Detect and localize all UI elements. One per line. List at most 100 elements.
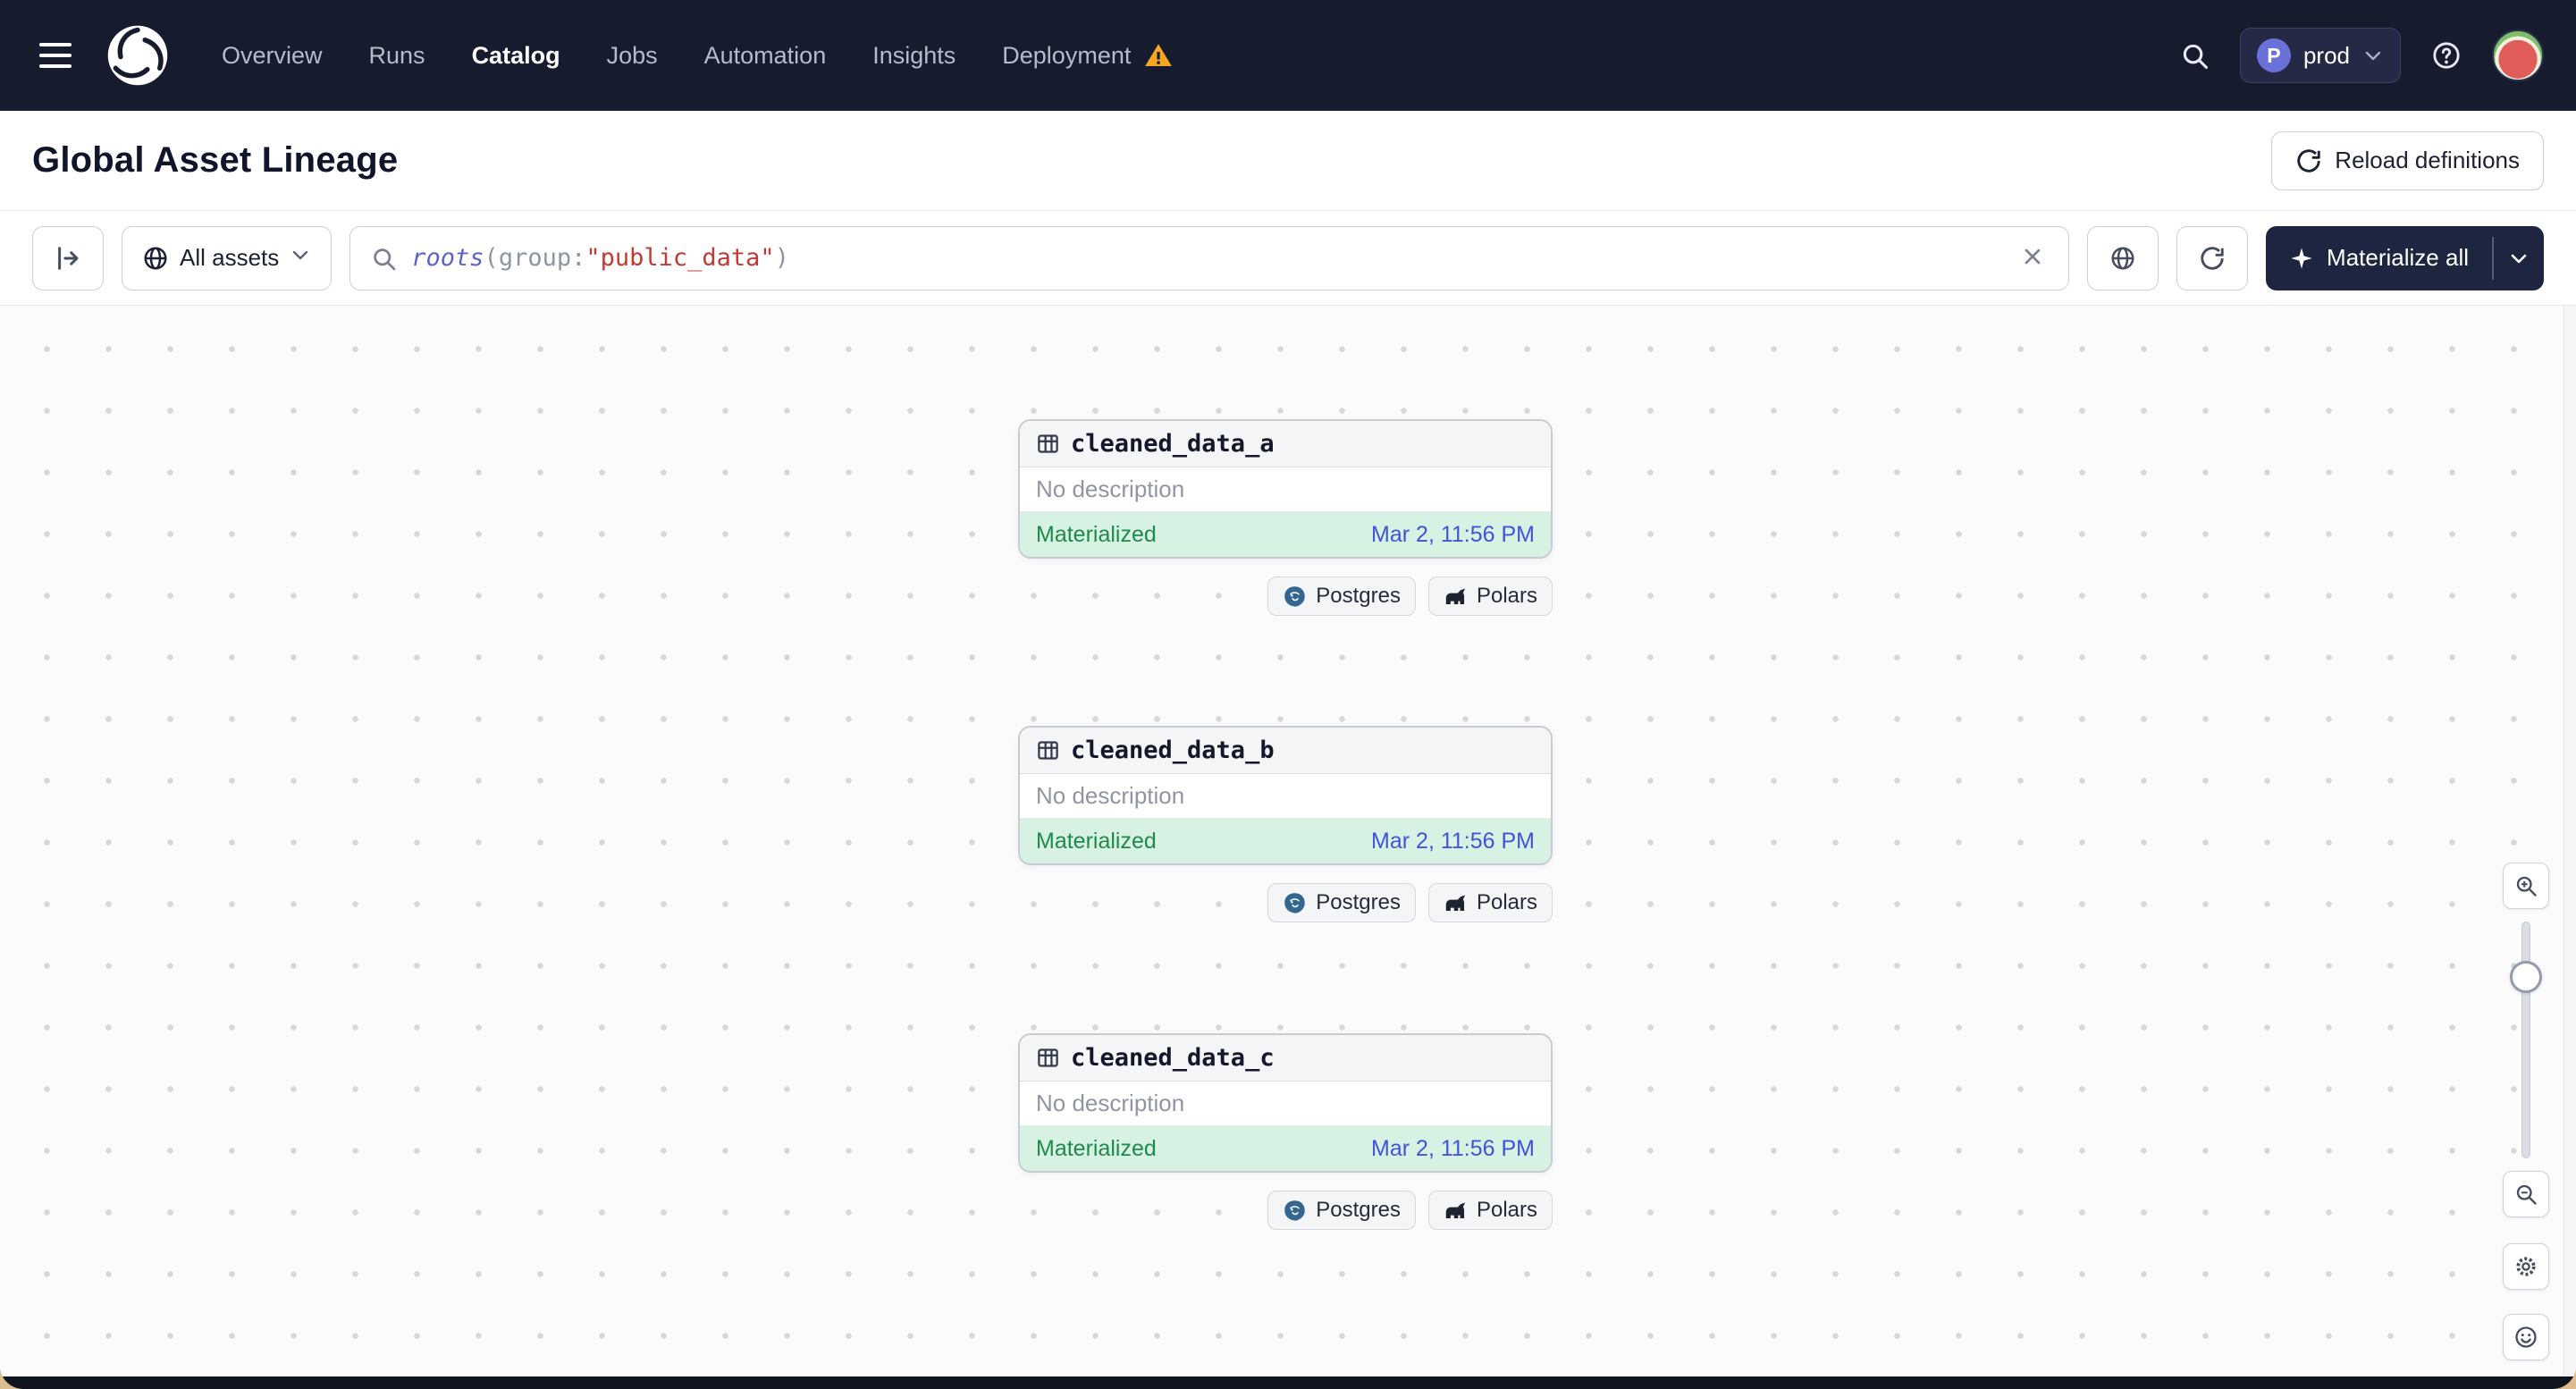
open-panel-button[interactable] <box>32 225 104 290</box>
vertical-scrollbar[interactable] <box>2563 306 2576 1376</box>
zoom-out-icon[interactable] <box>2503 1171 2549 1217</box>
chevron-down-icon <box>2362 45 2384 66</box>
navbar-right-cluster: P prod <box>2174 28 2544 83</box>
table-icon <box>1038 434 1058 453</box>
tag-label: Polars <box>1476 890 1537 914</box>
app-window: Overview Runs Catalog Jobs Automation In… <box>0 0 2576 1389</box>
asset-selection-query: roots(group:"public_data") <box>411 244 789 272</box>
menu-icon[interactable] <box>32 36 79 75</box>
graph-settings-gear-icon[interactable] <box>2503 1243 2549 1290</box>
tag-postgres[interactable]: Postgres <box>1267 1191 1416 1230</box>
feedback-smiley-icon[interactable] <box>2503 1314 2549 1360</box>
asset-selection-input[interactable]: roots(group:"public_data") <box>349 225 2070 290</box>
materialize-options-icon[interactable] <box>2494 226 2544 290</box>
tag-postgres[interactable]: Postgres <box>1267 577 1416 616</box>
nav-jobs[interactable]: Jobs <box>607 42 658 70</box>
panel-toggle-icon <box>58 246 79 270</box>
polars-icon <box>1445 1202 1466 1218</box>
asset-filter-dropdown[interactable]: All assets <box>122 225 333 290</box>
materialize-all-label: Materialize all <box>2327 244 2469 271</box>
asset-name: cleaned_data_a <box>1071 430 1275 458</box>
refresh-button[interactable] <box>2176 225 2249 290</box>
canvas-controls <box>2503 863 2549 1360</box>
zoom-slider[interactable] <box>2503 909 2549 1171</box>
chevron-down-icon <box>290 244 311 272</box>
status-badge: Materialized <box>1036 828 1157 854</box>
page-header: Global Asset Lineage Reload definitions <box>0 111 2576 211</box>
reload-definitions-label: Reload definitions <box>2335 147 2520 173</box>
nav-overview[interactable]: Overview <box>222 42 323 70</box>
asset-node-group: cleaned_data_b No description Materializ… <box>1018 726 1553 922</box>
asset-node-group: cleaned_data_c No description Materializ… <box>1018 1033 1553 1230</box>
asset-status-row: Materialized Mar 2, 11:56 PM <box>1020 819 1551 863</box>
help-icon[interactable] <box>2426 35 2467 76</box>
page-title: Global Asset Lineage <box>32 140 399 180</box>
deployment-switcher[interactable]: P prod <box>2239 28 2401 83</box>
tag-label: Postgres <box>1316 890 1401 914</box>
tag-label: Postgres <box>1316 584 1401 608</box>
primary-nav: Overview Runs Catalog Jobs Automation In… <box>222 40 1174 71</box>
tag-polars[interactable]: Polars <box>1427 883 1553 922</box>
asset-node-cleaned-data-a[interactable]: cleaned_data_a No description Materializ… <box>1018 419 1553 559</box>
materialization-timestamp[interactable]: Mar 2, 11:56 PM <box>1371 829 1535 854</box>
asset-node-cleaned-data-b[interactable]: cleaned_data_b No description Materializ… <box>1018 726 1553 865</box>
asset-description: No description <box>1020 467 1551 512</box>
search-icon <box>374 248 396 270</box>
asset-tags: Postgres Polars <box>1018 883 1553 922</box>
zoom-slider-track[interactable] <box>2521 922 2530 1158</box>
table-icon <box>1038 1048 1058 1067</box>
postgres-icon <box>1284 892 1305 913</box>
nav-runs[interactable]: Runs <box>369 42 425 70</box>
dagster-logo[interactable] <box>104 21 172 89</box>
asset-card-header: cleaned_data_a <box>1020 421 1551 467</box>
deployment-name: prod <box>2302 41 2350 69</box>
tag-polars[interactable]: Polars <box>1427 577 1553 616</box>
refresh-icon <box>2201 246 2224 270</box>
lineage-canvas[interactable]: cleaned_data_a No description Materializ… <box>0 306 2576 1376</box>
asset-node-cleaned-data-c[interactable]: cleaned_data_c No description Materializ… <box>1018 1033 1553 1173</box>
group-filter-button[interactable] <box>2087 225 2159 290</box>
nav-automation[interactable]: Automation <box>704 42 827 70</box>
sparkle-icon <box>2291 247 2312 269</box>
tag-label: Postgres <box>1316 1198 1401 1222</box>
asset-name: cleaned_data_b <box>1071 737 1275 764</box>
status-badge: Materialized <box>1036 521 1157 547</box>
nav-catalog[interactable]: Catalog <box>472 42 560 70</box>
tag-polars[interactable]: Polars <box>1427 1191 1553 1230</box>
asset-tags: Postgres Polars <box>1018 577 1553 616</box>
clear-query-icon[interactable] <box>2016 242 2049 274</box>
nav-deployment-label: Deployment <box>1002 41 1132 69</box>
avatar[interactable] <box>2492 29 2544 81</box>
materialize-split-button: Materialize all <box>2266 225 2544 290</box>
top-navbar: Overview Runs Catalog Jobs Automation In… <box>0 0 2576 111</box>
asset-status-row: Materialized Mar 2, 11:56 PM <box>1020 512 1551 557</box>
materialization-timestamp[interactable]: Mar 2, 11:56 PM <box>1371 1136 1535 1162</box>
asset-name: cleaned_data_c <box>1071 1044 1275 1072</box>
zoom-in-icon[interactable] <box>2503 863 2549 909</box>
materialization-timestamp[interactable]: Mar 2, 11:56 PM <box>1371 522 1535 548</box>
reload-definitions-button[interactable]: Reload definitions <box>2271 130 2544 190</box>
asset-card-header: cleaned_data_b <box>1020 728 1551 774</box>
globe-icon <box>144 247 167 269</box>
postgres-icon <box>1284 1200 1305 1221</box>
polars-icon <box>1445 588 1466 604</box>
zoom-slider-handle[interactable] <box>2510 961 2542 993</box>
asset-status-row: Materialized Mar 2, 11:56 PM <box>1020 1126 1551 1171</box>
asset-tags: Postgres Polars <box>1018 1191 1553 1230</box>
nav-insights[interactable]: Insights <box>872 42 955 70</box>
tag-postgres[interactable]: Postgres <box>1267 883 1416 922</box>
asset-filter-label: All assets <box>180 244 280 271</box>
search-icon[interactable] <box>2174 35 2215 76</box>
nav-deployment[interactable]: Deployment <box>1002 40 1174 71</box>
asset-node-group: cleaned_data_a No description Materializ… <box>1018 419 1553 616</box>
table-icon <box>1038 741 1058 760</box>
window-bottom-edge <box>0 1376 2576 1389</box>
deployment-badge: P <box>2256 38 2291 72</box>
polars-icon <box>1445 895 1466 911</box>
tag-label: Polars <box>1476 584 1537 608</box>
globe-icon <box>2111 247 2134 269</box>
lineage-toolbar: All assets roots(group:"public_data") Ma… <box>0 211 2576 306</box>
status-badge: Materialized <box>1036 1135 1157 1161</box>
asset-description: No description <box>1020 774 1551 819</box>
materialize-all-button[interactable]: Materialize all <box>2266 226 2492 290</box>
